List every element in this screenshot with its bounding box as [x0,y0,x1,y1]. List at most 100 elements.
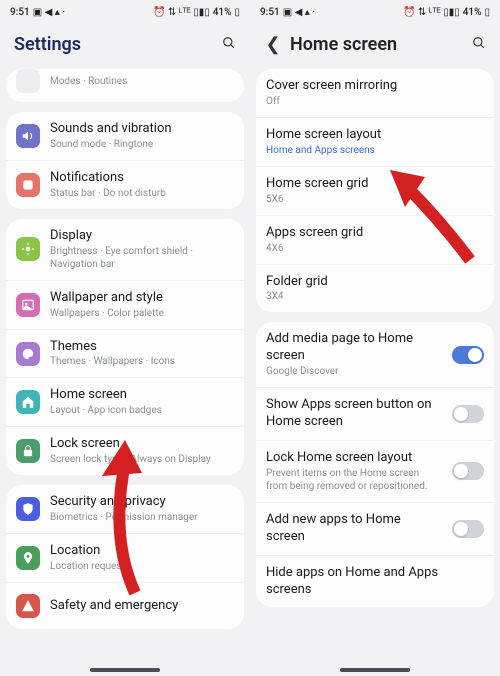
settings-row[interactable]: Security and privacyBiometrics · Permiss… [6,485,244,534]
clock: 9:51 [260,7,280,18]
settings-row[interactable]: Hide apps on Home and Apps screens [256,556,494,608]
security-icon [16,497,40,521]
toggle-switch[interactable] [452,405,484,423]
settings-row[interactable]: LocationLocation requests [6,534,244,583]
settings-row[interactable]: Modes · Routines [6,69,244,102]
settings-row[interactable]: Add media page to Home screenGoogle Disc… [256,322,494,388]
search-icon[interactable] [222,35,236,54]
settings-row[interactable]: NotificationsStatus bar · Do not disturb [6,161,244,209]
settings-row[interactable]: Show Apps screen button on Home screen [256,388,494,441]
settings-group: Security and privacyBiometrics · Permiss… [6,485,244,629]
header-right: ❮ Home screen [250,24,500,69]
settings-list[interactable]: Modes · Routines Sounds and vibrationSoun… [0,69,250,676]
row-title: Themes [50,339,234,356]
homescreen-pane: 9:51 ▣ ◀ ▴ · ⏰ ⇅ ᴸᵀᴱ ▯▮▯ 41% ▯ ❮ Home sc… [250,0,500,676]
toggle-switch[interactable] [452,462,484,480]
home-indicator[interactable] [90,668,160,672]
row-subtitle: Location requests [50,560,234,573]
status-icons-right: ⏰ ⇅ ᴸᵀᴱ ▯▮▯ [403,7,460,18]
settings-row[interactable]: Sounds and vibrationSound mode · Rington… [6,112,244,161]
settings-row[interactable]: Cover screen mirroringOff [256,69,494,118]
settings-row[interactable]: DisplayBrightness · Eye comfort shield ·… [6,219,244,281]
safety-icon [16,594,40,618]
settings-row[interactable]: Home screenLayout · App icon badges [6,378,244,427]
row-title: Cover screen mirroring [266,78,484,95]
battery-pct: 41% [213,7,232,18]
row-title: Home screen [50,387,234,404]
row-subtitle: Brightness · Eye comfort shield · Naviga… [50,245,234,271]
header-left: Settings [0,24,250,69]
homescreen-list[interactable]: Cover screen mirroringOffHome screen lay… [250,69,500,676]
row-subtitle: Themes · Wallpapers · Icons [50,355,234,368]
row-subtitle: Sound mode · Ringtone [50,138,234,151]
row-title: Hide apps on Home and Apps screens [266,565,484,599]
settings-row[interactable]: Folder grid3X4 [256,265,494,313]
settings-row[interactable]: Lock screenScreen lock type · Always on … [6,427,244,475]
status-icons-left: ▣ ◀ ▴ · [33,7,65,18]
settings-row[interactable]: Safety and emergency [6,583,244,629]
settings-pane: 9:51 ▣ ◀ ▴ · ⏰ ⇅ ᴸᵀᴱ ▯▮▯ 41% ▯ Settings … [0,0,250,676]
row-title: Lock Home screen layout [266,450,442,467]
row-title: Display [50,228,234,245]
row-subtitle: Status bar · Do not disturb [50,187,234,200]
row-subtitle: Layout · App icon badges [50,404,234,417]
lock-icon [16,439,40,463]
battery-icon: ▯ [234,7,240,18]
settings-row[interactable]: Wallpaper and styleWallpapers · Color pa… [6,281,244,330]
row-subtitle: 3X4 [266,290,484,303]
row-subtitle: Wallpapers · Color palette [50,307,234,320]
location-icon [16,546,40,570]
settings-row[interactable]: ThemesThemes · Wallpapers · Icons [6,330,244,379]
row-subtitle: 5X6 [266,193,484,206]
status-bar: 9:51 ▣ ◀ ▴ · ⏰ ⇅ ᴸᵀᴱ ▯▮▯ 41% ▯ [250,0,500,24]
notif-icon [16,173,40,197]
row-title: Show Apps screen button on Home screen [266,397,442,431]
row-subtitle: 4X6 [266,242,484,255]
home-indicator[interactable] [340,668,410,672]
settings-group: Sounds and vibrationSound mode · Rington… [6,112,244,209]
page-title: Settings [14,34,214,55]
status-bar: 9:51 ▣ ◀ ▴ · ⏰ ⇅ ᴸᵀᴱ ▯▮▯ 41% ▯ [0,0,250,24]
row-subtitle: Home and Apps screens [266,144,484,157]
sound-icon [16,124,40,148]
row-title: Location [50,543,234,560]
row-subtitle: Modes · Routines [50,75,234,88]
settings-group: Add media page to Home screenGoogle Disc… [256,322,494,607]
settings-row[interactable]: Add new apps to Home screen [256,503,494,556]
back-button[interactable]: ❮ [264,34,282,55]
row-subtitle: Off [266,95,484,108]
status-icons-left: ▣ ◀ ▴ · [283,7,315,18]
settings-row[interactable]: Home screen layoutHome and Apps screens [256,118,494,167]
display-icon [16,237,40,261]
row-title: Safety and emergency [50,598,234,615]
search-icon[interactable] [472,35,486,54]
row-subtitle: Biometrics · Permission manager [50,511,234,524]
settings-group: Modes · Routines [6,69,244,102]
row-subtitle: Google Discover [266,365,442,378]
row-title: Notifications [50,170,234,187]
row-title: Add new apps to Home screen [266,512,442,546]
settings-group: DisplayBrightness · Eye comfort shield ·… [6,219,244,475]
wallpaper-icon [16,293,40,317]
toggle-switch[interactable] [452,346,484,364]
row-title: Folder grid [266,274,484,291]
row-title: Home screen grid [266,176,484,193]
page-title: Home screen [290,34,464,55]
status-icons-right: ⏰ ⇅ ᴸᵀᴱ ▯▮▯ [153,7,210,18]
row-title: Add media page to Home screen [266,331,442,365]
settings-row[interactable]: Lock Home screen layoutPrevent items on … [256,441,494,503]
row-title: Home screen layout [266,127,484,144]
modes-icon [16,69,40,93]
settings-row[interactable]: Apps screen grid4X6 [256,216,494,265]
row-title: Lock screen [50,436,234,453]
themes-icon [16,342,40,366]
row-title: Security and privacy [50,494,234,511]
toggle-switch[interactable] [452,520,484,538]
row-title: Sounds and vibration [50,121,234,138]
settings-row[interactable]: Home screen grid5X6 [256,167,494,216]
battery-icon: ▯ [484,7,490,18]
row-title: Wallpaper and style [50,290,234,307]
row-subtitle: Screen lock type · Always on Display [50,453,234,466]
settings-group: Cover screen mirroringOffHome screen lay… [256,69,494,312]
clock: 9:51 [10,7,30,18]
